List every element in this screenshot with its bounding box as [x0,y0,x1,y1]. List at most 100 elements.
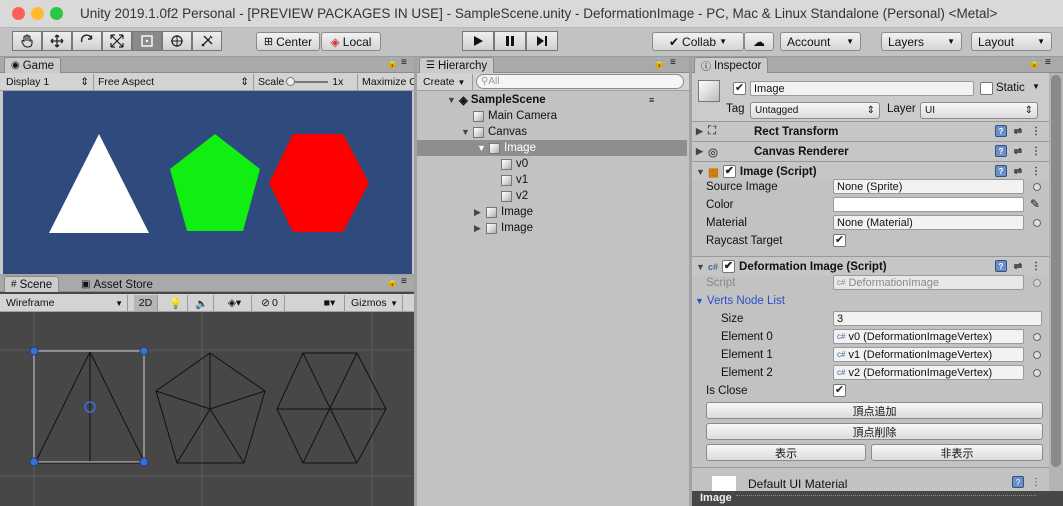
game-view[interactable] [3,91,412,274]
panel-menu-icon[interactable]: ≡ [401,57,407,68]
hidden-objects-toggle[interactable]: ⊘ 0 [255,295,285,311]
zoom-window-button[interactable] [50,7,63,20]
help-icon[interactable]: ? [995,165,1007,177]
show-button[interactable]: 表示 [706,444,866,461]
component-menu-icon[interactable]: ⋮ [1030,260,1042,272]
component-menu-icon[interactable]: ⋮ [1030,125,1042,137]
panel-menu-icon[interactable]: ≡ [401,276,407,287]
raycast-target-checkbox[interactable]: ✔ [833,234,846,247]
preset-icon[interactable]: ⇌ [1012,145,1024,157]
component-canvas-renderer[interactable]: ▶ ◎ Canvas Renderer ? ⇌ ⋮ [692,141,1049,161]
scene-menu-icon[interactable]: ≡ [649,95,654,105]
help-icon[interactable]: ? [995,125,1007,137]
hierarchy-item-v1[interactable]: v1 [417,172,687,188]
close-window-button[interactable] [12,7,25,20]
shading-mode-dropdown[interactable]: Wireframe ▼ [2,295,128,311]
play-button-icon[interactable] [462,31,494,51]
scale-tool-icon[interactable] [102,31,132,51]
scale-slider-thumb[interactable] [286,77,296,86]
scale-slider[interactable] [286,77,329,86]
camera-settings-dropdown[interactable]: ■▾ [315,295,345,311]
account-dropdown[interactable]: Account ▼ [780,32,861,51]
preview-drag-handle[interactable] [736,495,1036,496]
component-menu-icon[interactable]: ⋮ [1030,145,1042,157]
help-icon[interactable]: ? [995,145,1007,157]
hide-button[interactable]: 非表示 [871,444,1043,461]
component-menu-icon[interactable]: ⋮ [1030,476,1042,488]
object-picker-icon[interactable] [1033,333,1041,341]
tab-hierarchy[interactable]: ☰ Hierarchy [419,57,495,73]
display-dropdown[interactable]: Display 1 ⇕ [2,74,94,90]
size-input[interactable]: 3 [833,311,1042,326]
space-toggle-button[interactable]: ◈ Local [321,32,381,51]
component-deformation-image[interactable]: ▼ c# ✔ Deformation Image (Script) ? ⇌ ⋮ [692,256,1049,276]
collapse-arrow-icon[interactable]: ▶ [474,207,486,218]
lighting-toggle[interactable]: 💡 [164,295,188,311]
static-dropdown-arrow-icon[interactable]: ▼ [1032,82,1040,91]
lock-icon[interactable]: 🔒 [386,277,398,288]
material-field[interactable]: None (Material) [833,215,1024,230]
create-dropdown[interactable]: Create ▼ [419,74,473,90]
object-picker-icon[interactable] [1033,351,1041,359]
hierarchy-item-samplescene[interactable]: ▼ ◈ SampleScene ≡ [417,92,687,108]
hierarchy-item-image-3[interactable]: ▶ Image [417,220,687,236]
rotate-tool-icon[interactable] [72,31,102,51]
tag-dropdown[interactable]: Untagged ⇕ [750,102,880,119]
2d-mode-toggle[interactable]: 2D [134,295,158,311]
hierarchy-search-input[interactable]: ⚲ All [476,74,684,89]
scrollbar-thumb[interactable] [1051,75,1061,467]
delete-vertex-button[interactable]: 頂点削除 [706,423,1043,440]
rect-tool-icon[interactable] [132,31,162,51]
custom-tools-icon[interactable] [192,31,222,51]
static-checkbox[interactable] [980,82,993,95]
color-swatch[interactable] [833,197,1024,212]
help-icon[interactable]: ? [995,260,1007,272]
expand-arrow-icon[interactable]: ▼ [461,127,473,137]
expand-arrow-icon[interactable]: ▼ [477,143,489,153]
collapse-arrow-icon[interactable]: ▶ [696,146,708,157]
element-field[interactable]: c# v0 (DeformationImageVertex) [833,329,1024,344]
lock-icon[interactable]: 🔒 [386,58,398,69]
help-icon[interactable]: ? [1012,476,1024,488]
tab-asset-store[interactable]: ▣ Asset Store [74,276,160,292]
is-close-checkbox[interactable]: ✔ [833,384,846,397]
object-picker-icon[interactable] [1033,219,1041,227]
hierarchy-item-main-camera[interactable]: Main Camera [417,108,687,124]
gizmos-dropdown[interactable]: Gizmos ▼ [347,295,403,311]
hierarchy-item-canvas[interactable]: ▼ Canvas [417,124,687,140]
object-name-input[interactable]: Image [750,81,974,96]
layers-dropdown[interactable]: Layers ▼ [881,32,962,51]
source-image-field[interactable]: None (Sprite) [833,179,1024,194]
expand-arrow-icon[interactable]: ▼ [696,167,708,177]
component-menu-icon[interactable]: ⋮ [1030,165,1042,177]
deformation-enabled-checkbox[interactable]: ✔ [722,260,736,273]
hierarchy-item-image-2[interactable]: ▶ Image [417,204,687,220]
collapse-arrow-icon[interactable]: ▶ [696,126,708,137]
lock-icon[interactable]: 🔒 [1028,58,1040,69]
hierarchy-item-image-selected[interactable]: ▼ Image [417,140,687,156]
pause-button-icon[interactable] [494,31,526,51]
preset-icon[interactable]: ⇌ [1012,125,1024,137]
eyedropper-icon[interactable]: ✎ [1030,197,1040,211]
layout-dropdown[interactable]: Layout ▼ [971,32,1052,51]
scene-view[interactable] [0,312,412,506]
panel-menu-icon[interactable]: ≡ [670,57,676,68]
component-rect-transform[interactable]: ▶ ⛶ Rect Transform ? ⇌ ⋮ [692,121,1049,141]
panel-menu-icon[interactable]: ≡ [1045,57,1051,68]
pivot-toggle-button[interactable]: ⊞ Center [256,32,320,51]
move-tool-icon[interactable] [42,31,72,51]
collapse-arrow-icon[interactable]: ▶ [474,223,486,234]
element-field[interactable]: c# v1 (DeformationImageVertex) [833,347,1024,362]
effects-dropdown[interactable]: ◈▾ [218,295,252,311]
step-button-icon[interactable] [526,31,558,51]
expand-arrow-icon[interactable]: ▼ [696,262,708,272]
aspect-dropdown[interactable]: Free Aspect ⇕ [94,74,254,90]
object-picker-icon[interactable] [1033,183,1041,191]
lock-icon[interactable]: 🔒 [653,58,665,69]
add-vertex-button[interactable]: 頂点追加 [706,402,1043,419]
image-enabled-checkbox[interactable]: ✔ [722,165,736,178]
preset-icon[interactable]: ⇌ [1012,165,1024,177]
tab-scene[interactable]: # Scene [4,276,60,292]
hierarchy-item-v2[interactable]: v2 [417,188,687,204]
active-checkbox[interactable]: ✔ [733,82,746,95]
